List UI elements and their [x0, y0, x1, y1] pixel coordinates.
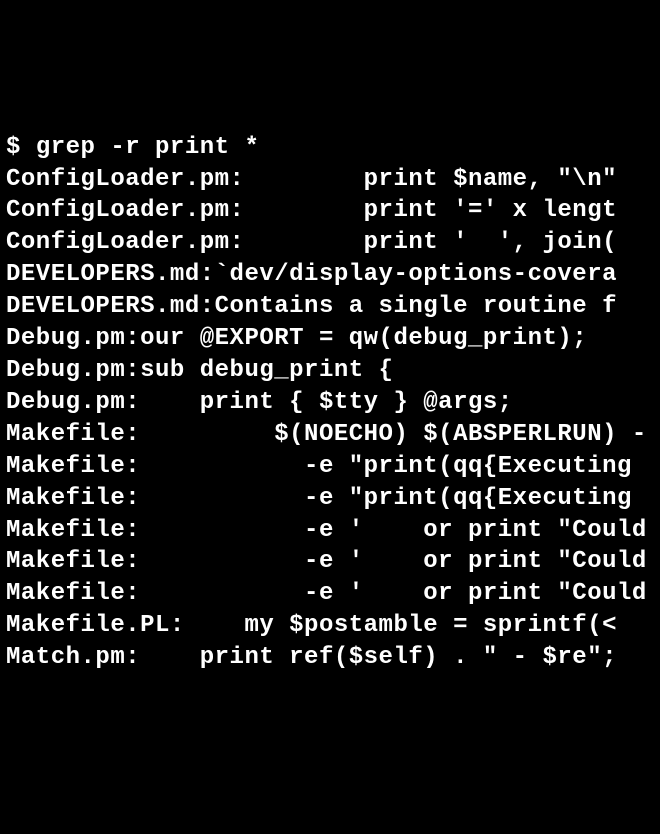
output-line: Debug.pm:our @EXPORT = qw(debug_print); — [6, 323, 654, 355]
output-line: Debug.pm:sub debug_print { — [6, 355, 654, 387]
prompt-symbol: $ — [6, 134, 36, 161]
output-line: ConfigLoader.pm: print $name, "\n" — [6, 164, 654, 196]
output-line: DEVELOPERS.md:Contains a single routine … — [6, 291, 654, 323]
output-line: Makefile: -e ' or print "Could — [6, 546, 654, 578]
output-line: Makefile: -e "print(qq{Executing — [6, 451, 654, 483]
output-line: Debug.pm: print { $tty } @args; — [6, 387, 654, 419]
output-line: ConfigLoader.pm: print '=' x lengt — [6, 195, 654, 227]
output-line: Match.pm: print ref($self) . " - $re"; — [6, 642, 654, 674]
output-line: Makefile: -e ' or print "Could — [6, 515, 654, 547]
output-line: Makefile: -e ' or print "Could — [6, 578, 654, 610]
command-text: grep -r print * — [36, 134, 260, 161]
output-line: DEVELOPERS.md:`dev/display-options-cover… — [6, 259, 654, 291]
command-prompt-line: $ grep -r print * — [6, 132, 654, 164]
output-line: Makefile.PL: my $postamble = sprintf(< — [6, 610, 654, 642]
output-line: Makefile: -e "print(qq{Executing — [6, 483, 654, 515]
output-line: Makefile: $(NOECHO) $(ABSPERLRUN) - — [6, 419, 654, 451]
output-line: ConfigLoader.pm: print ' ', join( — [6, 227, 654, 259]
